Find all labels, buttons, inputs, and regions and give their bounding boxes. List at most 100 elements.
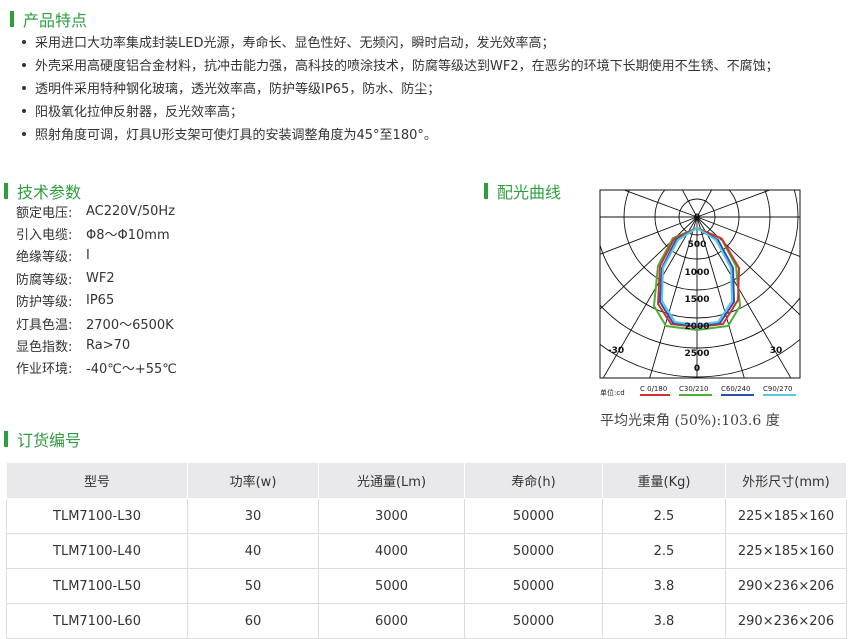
ring-label: 2500	[684, 349, 709, 359]
param-value: IP65	[86, 293, 115, 309]
legend: 单位:cd C 0/180 C30/210 C60/240 C90/270	[600, 385, 796, 397]
cell-life: 50000	[464, 603, 603, 639]
cell-weight: 2.5	[602, 533, 726, 569]
param-label: 引入电缆:	[16, 228, 73, 244]
ring-label: 0	[694, 213, 700, 223]
curve-title: 配光曲线	[497, 183, 562, 202]
angle-left-label: -30	[608, 346, 624, 356]
bullet-icon	[22, 108, 26, 113]
feature-item: 照射角度可调，灯具U形支架可使灯具的安装调整角度为45°至180°。	[22, 122, 779, 145]
cell-model: TLM7100-L50	[6, 568, 188, 604]
feature-list: 采用进口大功率集成封装LED光源，寿命长、显色性好、无频闪，瞬时启动，发光效率高…	[22, 30, 779, 145]
ring-label: 2000	[684, 322, 709, 332]
ring-label: 1000	[684, 268, 709, 278]
param-row: 灯具色温: 2700～6500K	[16, 312, 177, 334]
cell-flux: 5000	[318, 568, 465, 604]
param-value: -40℃～+55℃	[86, 362, 177, 378]
param-label: 防护等级:	[16, 295, 73, 311]
header-flux: 光通量(Lm)	[318, 462, 465, 499]
polar-svg: 0 500 1000 1500 2000 2500 0 -30 30 单位:cd…	[599, 189, 801, 397]
param-label: 绝缘等级:	[16, 250, 73, 266]
param-label: 显色指数:	[16, 340, 73, 356]
cell-weight: 3.8	[602, 568, 726, 604]
table-row: TLM7100-L40 40 4000 50000 2.5 225×185×16…	[6, 533, 847, 569]
param-value: AC220V/50Hz	[86, 203, 175, 219]
table-row: TLM7100-L60 60 6000 50000 3.8 290×236×20…	[6, 603, 847, 639]
cell-size: 290×236×206	[725, 603, 847, 639]
param-label: 灯具色温:	[16, 317, 73, 333]
feature-text: 采用进口大功率集成封装LED光源，寿命长、显色性好、无频闪，瞬时启动，发光效率高…	[35, 36, 555, 51]
feature-text: 透明件采用特种钢化玻璃，透光效率高，防护等级IP65，防水、防尘；	[35, 82, 441, 97]
param-label: 额定电压:	[16, 205, 73, 221]
params-list: 额定电压: AC220V/50Hz 引入电缆: Φ8～Φ10mm 绝缘等级: I 防腐…	[16, 200, 177, 379]
bullet-icon	[22, 131, 26, 136]
cell-power: 30	[187, 498, 319, 534]
cell-power: 40	[187, 533, 319, 569]
param-value: WF2	[86, 270, 115, 286]
param-row: 额定电压: AC220V/50Hz	[16, 200, 177, 222]
param-value: Φ8～Φ10mm	[86, 228, 170, 244]
param-label: 作业环境:	[16, 362, 73, 378]
curve-heading: 配光曲线	[484, 179, 561, 203]
angle-right-label: 30	[770, 346, 783, 356]
param-row: 防腐等级: WF2	[16, 267, 177, 289]
cell-model: TLM7100-L40	[6, 533, 188, 569]
param-row: 防护等级: IP65	[16, 290, 177, 312]
legend-label-c60: C60/240	[721, 385, 751, 393]
feature-text: 外壳采用高硬度铝合金材料，抗冲击能力强，高科技的喷涂技术，防腐等级达到WF2，在…	[35, 59, 779, 74]
heading-bar	[484, 183, 488, 199]
header-weight: 重量(Kg)	[602, 462, 726, 499]
param-label: 防腐等级:	[16, 272, 73, 288]
header-life: 寿命(h)	[464, 462, 603, 499]
cell-model: TLM7100-L30	[6, 498, 188, 534]
param-row: 引入电缆: Φ8～Φ10mm	[16, 222, 177, 244]
feature-item: 透明件采用特种钢化玻璃，透光效率高，防护等级IP65，防水、防尘；	[22, 76, 779, 99]
cell-flux: 3000	[318, 498, 465, 534]
ring-label: 1500	[684, 295, 709, 305]
heading-bar	[4, 183, 8, 199]
cell-life: 50000	[464, 498, 603, 534]
feature-text: 阳极氧化拉伸反射器，反光效率高；	[35, 105, 244, 120]
param-row: 显色指数: Ra>70	[16, 334, 177, 356]
order-title: 订货编号	[17, 431, 82, 450]
cell-life: 50000	[464, 568, 603, 604]
polar-diagram: 0 500 1000 1500 2000 2500 0 -30 30 单位:cd…	[596, 188, 804, 400]
order-table: 型号 功率(w) 光通量(Lm) 寿命(h) 重量(Kg) 外形尺寸(mm) T…	[6, 462, 847, 639]
heading-bar	[4, 431, 8, 447]
cell-size: 290×236×206	[725, 568, 847, 604]
cell-model: TLM7100-L60	[6, 603, 188, 639]
feature-text: 照射角度可调，灯具U形支架可使灯具的安装调整角度为45°至180°。	[35, 128, 437, 143]
bullet-icon	[22, 85, 26, 90]
ring-label: 500	[688, 240, 707, 250]
features-heading: 产品特点	[10, 7, 87, 31]
header-size: 外形尺寸(mm)	[725, 462, 847, 499]
header-model: 型号	[6, 462, 188, 499]
cell-size: 225×185×160	[725, 498, 847, 534]
unit-label: 单位:cd	[600, 388, 625, 397]
cell-power: 50	[187, 568, 319, 604]
param-value: I	[86, 248, 90, 264]
bullet-icon	[22, 39, 26, 44]
cell-flux: 6000	[318, 603, 465, 639]
table-row: TLM7100-L50 50 5000 50000 3.8 290×236×20…	[6, 568, 847, 604]
header-power: 功率(w)	[187, 462, 319, 499]
cell-life: 50000	[464, 533, 603, 569]
legend-label-c30: C30/210	[679, 385, 709, 393]
order-heading: 订货编号	[4, 427, 81, 451]
heading-bar	[10, 11, 14, 27]
cell-power: 60	[187, 603, 319, 639]
cell-weight: 2.5	[602, 498, 726, 534]
feature-item: 采用进口大功率集成封装LED光源，寿命长、显色性好、无频闪，瞬时启动，发光效率高…	[22, 30, 779, 53]
table-header-row: 型号 功率(w) 光通量(Lm) 寿命(h) 重量(Kg) 外形尺寸(mm)	[6, 462, 847, 499]
feature-item: 阳极氧化拉伸反射器，反光效率高；	[22, 99, 779, 122]
legend-label-c0: C 0/180	[640, 385, 667, 393]
cell-flux: 4000	[318, 533, 465, 569]
beam-angle-caption: 平均光束角 (50%):103.6 度	[600, 413, 780, 429]
param-row: 作业环境: -40℃～+55℃	[16, 357, 177, 379]
param-row: 绝缘等级: I	[16, 245, 177, 267]
table-row: TLM7100-L30 30 3000 50000 2.5 225×185×16…	[6, 498, 847, 534]
param-value: Ra>70	[86, 338, 131, 354]
cell-size: 225×185×160	[725, 533, 847, 569]
feature-item: 外壳采用高硬度铝合金材料，抗冲击能力强，高科技的喷涂技术，防腐等级达到WF2，在…	[22, 53, 779, 76]
cell-weight: 3.8	[602, 603, 726, 639]
